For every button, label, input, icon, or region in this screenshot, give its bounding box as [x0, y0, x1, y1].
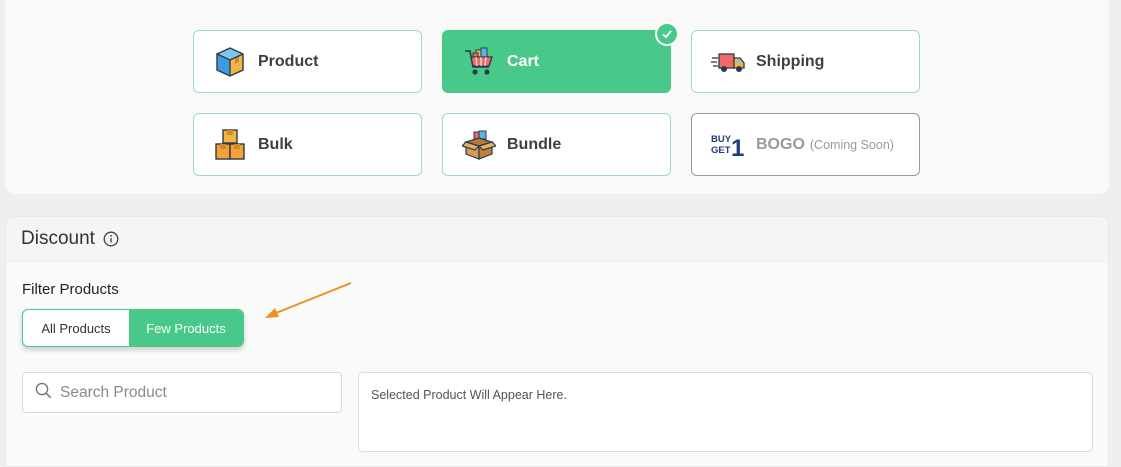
few-products-option[interactable]: Few Products: [129, 310, 243, 346]
type-card-label: Cart: [507, 52, 540, 70]
type-card-cart[interactable]: Cart: [442, 22, 679, 93]
type-card-product[interactable]: Product: [193, 30, 422, 93]
product-box-icon: [213, 45, 247, 79]
selected-products-placeholder: Selected Product Will Appear Here.: [371, 388, 567, 402]
stacked-boxes-icon: [213, 128, 247, 162]
search-icon: [35, 382, 52, 404]
type-card-bulk[interactable]: Bulk: [193, 113, 422, 176]
type-card-label: Product: [258, 52, 319, 70]
discount-type-panel: Product Cart Shipping Bulk Bundle BUY GE…: [5, 0, 1109, 194]
svg-text:1: 1: [731, 135, 744, 162]
search-product-field[interactable]: [22, 372, 342, 413]
selected-products-box: Selected Product Will Appear Here.: [358, 372, 1093, 452]
filter-products-toggle: All Products Few Products: [22, 309, 244, 347]
search-product-input[interactable]: [60, 383, 320, 402]
filter-products-label: Filter Products: [22, 281, 119, 298]
all-products-option[interactable]: All Products: [23, 310, 129, 346]
type-card-bundle[interactable]: Bundle: [442, 113, 671, 176]
type-card-bogo[interactable]: BUY GET 1 BOGO (Coming Soon): [691, 113, 920, 176]
discount-header: Discount: [6, 217, 1108, 262]
svg-text:BUY: BUY: [711, 134, 732, 145]
svg-text:GET: GET: [711, 145, 731, 156]
buy-get-1-icon: BUY GET 1: [711, 128, 745, 162]
bundle-box-icon: [462, 128, 496, 162]
discount-panel: Discount Filter Products All Products Fe…: [5, 216, 1109, 467]
type-card-label: Bulk: [258, 135, 293, 153]
coming-soon-label: (Coming Soon): [809, 137, 894, 152]
type-card-label: Bundle: [507, 135, 562, 153]
annotation-arrow-icon: [265, 282, 352, 318]
shopping-cart-icon: [462, 45, 496, 79]
type-card-shipping[interactable]: Shipping: [691, 30, 920, 93]
type-card-label: Shipping: [756, 52, 825, 70]
type-card-label: BOGO: [756, 135, 805, 153]
delivery-truck-icon: [711, 45, 745, 79]
info-icon[interactable]: [103, 231, 119, 247]
selected-check-icon: [655, 22, 679, 46]
discount-title: Discount: [21, 228, 95, 249]
